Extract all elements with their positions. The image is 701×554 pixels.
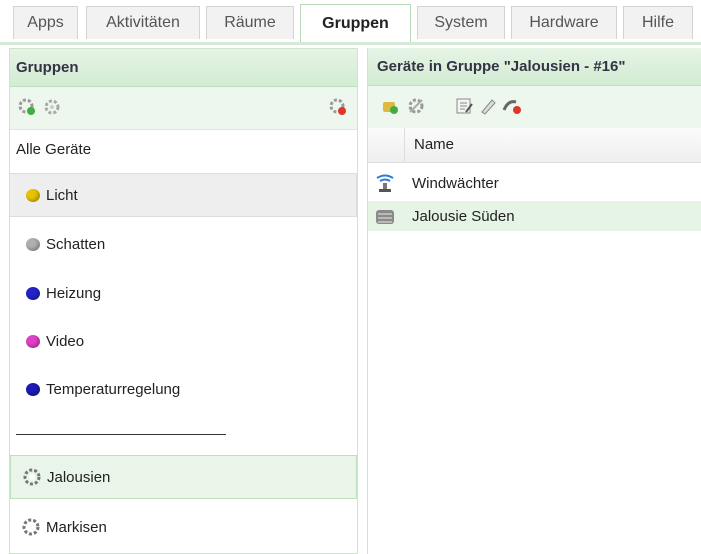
separator xyxy=(16,434,226,435)
group-label: Schatten xyxy=(46,235,106,253)
devices-table-header: Name xyxy=(368,128,701,163)
device-name: Jalousie Süden xyxy=(412,207,515,225)
tab-label: Hilfe xyxy=(641,14,674,31)
tab-label: Hardware xyxy=(529,14,599,31)
yellow-bulb-icon xyxy=(26,188,40,202)
tab-apps[interactable]: Apps xyxy=(13,6,78,39)
group-label: Markisen xyxy=(46,518,107,536)
devices-toolbar xyxy=(368,86,701,129)
tab-system[interactable]: System xyxy=(417,6,505,39)
edit-list-icon[interactable] xyxy=(454,96,474,116)
devices-panel: Geräte in Gruppe "Jalousien - #16" Name … xyxy=(367,48,701,554)
tab-aktivitaeten[interactable]: Aktivitäten xyxy=(86,6,200,39)
blue-bulb-icon xyxy=(26,382,40,396)
tab-gruppen[interactable]: Gruppen xyxy=(300,4,411,42)
column-separator xyxy=(404,128,405,162)
add-group-gear-icon[interactable] xyxy=(17,97,37,117)
gear-icon xyxy=(20,516,42,538)
group-item-video[interactable]: Video xyxy=(10,319,357,363)
tab-raeume[interactable]: Räume xyxy=(206,6,294,39)
table-row[interactable]: Jalousie Süden xyxy=(368,201,701,231)
tab-label: Aktivitäten xyxy=(106,14,180,31)
groups-panel-title: Gruppen xyxy=(10,49,357,87)
tab-label: Apps xyxy=(27,14,64,31)
blue-bulb-icon xyxy=(26,286,40,300)
tab-label: Gruppen xyxy=(322,14,389,32)
group-label: Heizung xyxy=(46,284,102,302)
devices-panel-title: Geräte in Gruppe "Jalousien - #16" xyxy=(368,48,701,86)
column-header-name[interactable]: Name xyxy=(414,136,454,153)
delete-group-gear-icon[interactable] xyxy=(328,97,348,117)
tab-hardware[interactable]: Hardware xyxy=(511,6,617,39)
tab-label: System xyxy=(434,14,488,31)
group-item-schatten[interactable]: Schatten xyxy=(10,222,357,266)
tab-label: Räume xyxy=(224,14,276,31)
all-devices-item[interactable]: Alle Geräte xyxy=(16,141,91,158)
groups-toolbar xyxy=(10,87,357,130)
add-device-icon[interactable] xyxy=(380,96,400,116)
edit-group-gear-icon[interactable] xyxy=(42,97,62,117)
group-label: Temperaturregelung xyxy=(46,380,181,398)
gear-icon xyxy=(21,466,43,488)
tab-bar-underline xyxy=(0,42,701,45)
group-item-markisen[interactable]: Markisen xyxy=(10,505,357,549)
group-item-licht[interactable]: Licht xyxy=(10,173,357,217)
tab-hilfe[interactable]: Hilfe xyxy=(623,6,693,39)
group-label: Video xyxy=(46,332,85,350)
edit-pencil-icon[interactable] xyxy=(478,96,498,116)
remove-device-icon[interactable] xyxy=(502,96,522,116)
group-label: Jalousien xyxy=(47,468,111,486)
groups-panel: Gruppen Alle Geräte Licht Schatten Heizu… xyxy=(9,48,358,554)
device-settings-icon[interactable] xyxy=(406,96,426,116)
gray-bulb-icon xyxy=(26,237,40,251)
group-label: Licht xyxy=(46,186,78,204)
device-name: Windwächter xyxy=(412,174,499,192)
group-item-temperaturregelung[interactable]: Temperaturregelung xyxy=(10,367,357,411)
tab-bar: Apps Aktivitäten Räume Gruppen System Ha… xyxy=(0,0,701,46)
group-item-jalousien[interactable]: Jalousien xyxy=(10,455,357,499)
table-row[interactable]: Windwächter xyxy=(368,168,701,198)
blind-icon xyxy=(374,207,396,225)
pink-bulb-icon xyxy=(26,334,40,348)
group-item-heizung[interactable]: Heizung xyxy=(10,271,357,315)
wind-sensor-icon xyxy=(374,174,396,192)
